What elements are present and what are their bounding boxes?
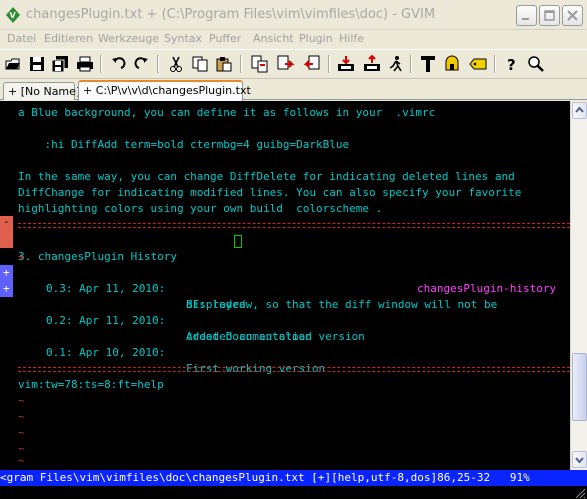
print-icon	[77, 56, 93, 72]
maximize-icon	[544, 10, 555, 21]
scroll-up-button[interactable]	[572, 102, 587, 119]
toolbar-separator	[410, 55, 412, 73]
toolbar-separator	[494, 55, 496, 73]
find-prev-button[interactable]	[302, 54, 322, 74]
svg-text:?: ?	[507, 56, 516, 73]
tab-changesplugin[interactable]: + C:\P\v\v\d\changesPlugin.txt	[78, 80, 251, 101]
copy-icon	[192, 56, 208, 72]
command-line[interactable]	[0, 486, 587, 499]
scroll-down-button[interactable]	[572, 451, 587, 468]
history-line: created an autoload version	[186, 330, 365, 343]
tag-button[interactable]	[468, 54, 488, 74]
diff-separator	[18, 367, 570, 368]
load-session-button[interactable]	[336, 54, 356, 74]
history-line: displayed	[186, 298, 246, 311]
section-heading-line: 3. changesPlugin History changesPlugin-h…	[0, 233, 556, 295]
cut-icon	[170, 56, 182, 72]
shell-icon	[445, 55, 459, 71]
toolbar: ?	[0, 49, 587, 79]
redo-icon	[134, 57, 148, 69]
editor-area[interactable]: a Blue background, you can define it as …	[0, 101, 570, 470]
tab-label: + [No Name]	[8, 85, 81, 98]
menu-plugin[interactable]: Plugin	[299, 32, 333, 45]
open-button[interactable]	[3, 54, 23, 74]
history-line: 0.1: Apr 10, 2010: First working version	[46, 346, 326, 375]
copy-button[interactable]	[190, 54, 210, 74]
find-help-icon	[528, 56, 544, 72]
resize-grip-icon[interactable]	[574, 487, 586, 499]
find-prev-icon	[303, 55, 320, 70]
diff-separator	[18, 223, 570, 224]
history-line: 0.3: Apr 11, 2010: BF: redraw, so that t…	[46, 282, 498, 311]
diff-separator	[18, 371, 570, 372]
menu-syntax[interactable]: Syntax	[164, 32, 202, 45]
minimize-icon	[522, 18, 529, 20]
cut-button[interactable]	[166, 54, 186, 74]
find-next-icon	[277, 55, 295, 70]
make-icon	[421, 56, 435, 72]
run-script-button[interactable]	[386, 54, 406, 74]
window-title: changesPlugin.txt + (C:\Program Files\vi…	[26, 7, 436, 22]
close-icon	[567, 10, 578, 21]
shell-button[interactable]	[442, 54, 462, 74]
save-icon	[30, 57, 44, 71]
help-button[interactable]: ?	[502, 54, 522, 74]
diff-separator	[18, 227, 570, 228]
tab-no-name[interactable]: + [No Name]	[3, 82, 80, 100]
save-button[interactable]	[27, 54, 47, 74]
section-tag: changesPlugin-history	[417, 282, 557, 295]
paste-button[interactable]	[214, 54, 234, 74]
toolbar-separator	[157, 55, 159, 73]
toolbar-separator	[328, 55, 330, 73]
save-session-button[interactable]	[362, 54, 382, 74]
tab-bar: + [No Name] + C:\P\v\v\d\changesPlugin.t…	[0, 80, 587, 101]
history-line: 0.2: Apr 11, 2010: Added Documentation	[46, 314, 312, 343]
find-replace-button[interactable]	[250, 54, 270, 74]
minimize-button[interactable]	[516, 5, 537, 26]
load-session-icon	[338, 56, 354, 71]
menu-ansicht[interactable]: Ansicht	[253, 32, 294, 45]
save-all-button[interactable]	[51, 54, 71, 74]
print-button[interactable]	[75, 54, 95, 74]
menu-hilfe[interactable]: Hilfe	[339, 32, 364, 45]
tab-label: + C:\P\v\v\d\changesPlugin.txt	[83, 84, 251, 97]
save-all-icon	[52, 56, 68, 72]
section-heading: 3. changesPlugin History	[18, 250, 177, 263]
find-next-button[interactable]	[276, 54, 296, 74]
toolbar-separator	[240, 55, 242, 73]
redo-button[interactable]	[132, 54, 152, 74]
run-script-icon	[389, 56, 402, 72]
paste-icon	[216, 57, 232, 72]
status-line: <gram Files\vim\vimfiles\doc\changesPlug…	[0, 470, 587, 486]
vim-icon: V	[6, 7, 20, 23]
diff-delete-sign: -	[0, 215, 13, 232]
toolbar-separator	[100, 55, 102, 73]
menu-bar: Datei Editieren Werkzeuge Syntax Puffer …	[0, 30, 587, 48]
open-icon	[5, 58, 20, 70]
scroll-thumb[interactable]	[572, 353, 587, 421]
help-icon: ?	[507, 56, 516, 73]
make-button[interactable]	[418, 54, 438, 74]
chevron-down-icon	[575, 457, 584, 464]
undo-icon	[112, 57, 126, 69]
vertical-scrollbar[interactable]	[570, 101, 587, 470]
menu-datei[interactable]: Datei	[7, 32, 36, 45]
svg-text:V: V	[10, 11, 17, 20]
menu-werkzeuge[interactable]: Werkzeuge	[98, 32, 159, 45]
tag-icon	[469, 58, 487, 70]
find-replace-icon	[251, 55, 268, 73]
title-bar: V changesPlugin.txt + (C:\Program Files\…	[0, 0, 587, 30]
close-button[interactable]	[562, 5, 583, 26]
cursor	[234, 235, 242, 248]
menu-puffer[interactable]: Puffer	[209, 32, 241, 45]
maximize-button[interactable]	[539, 5, 560, 26]
find-help-button[interactable]	[526, 54, 546, 74]
save-session-icon	[364, 55, 380, 71]
menu-editieren[interactable]: Editieren	[44, 32, 93, 45]
chevron-up-icon	[575, 106, 584, 113]
undo-button[interactable]	[108, 54, 128, 74]
